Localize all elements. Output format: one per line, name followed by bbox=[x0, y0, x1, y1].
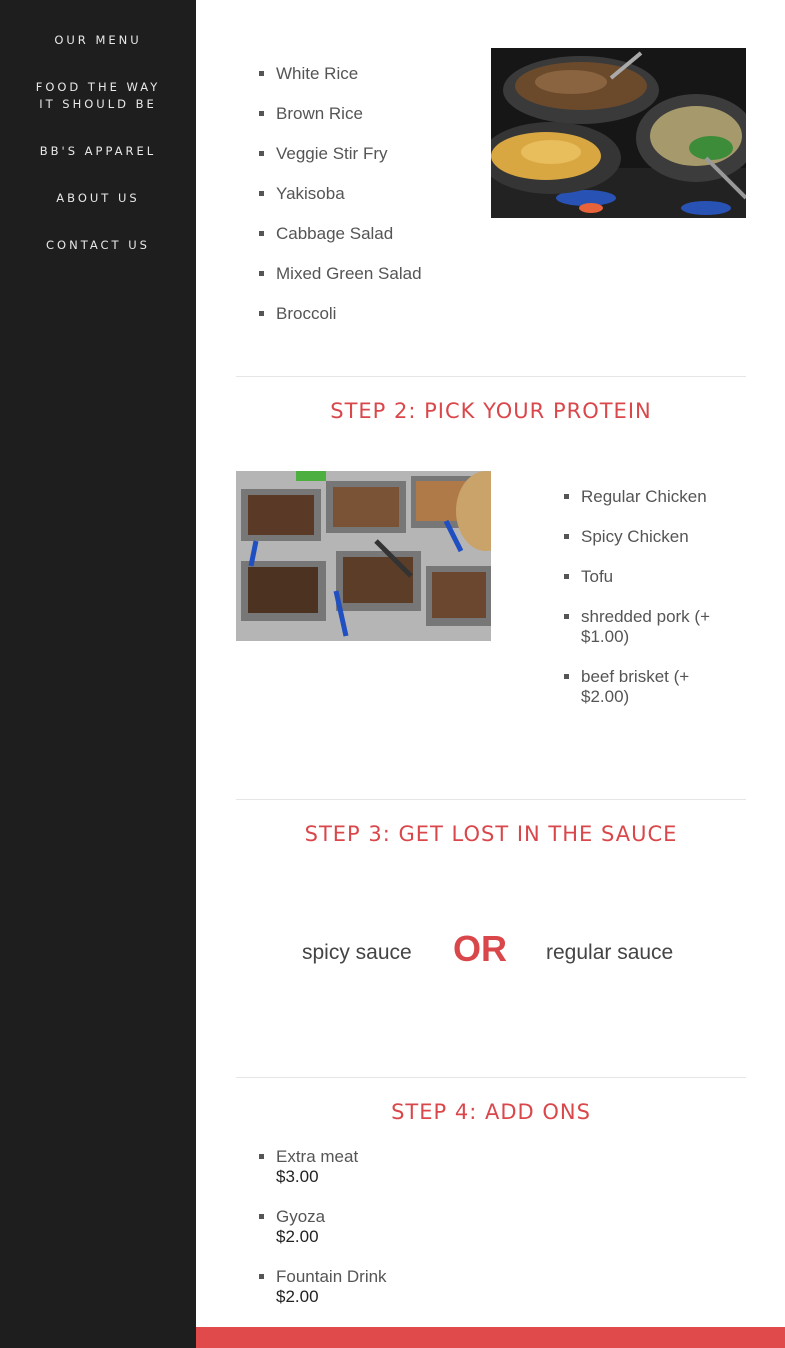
list-item: Extra meat $3.00 bbox=[276, 1147, 387, 1187]
step4-heading: STEP 4: ADD ONS bbox=[391, 1100, 591, 1124]
nav-label: FOOD THE WAY bbox=[35, 80, 161, 94]
section-divider bbox=[236, 799, 746, 800]
main-content: White Rice Brown Rice Veggie Stir Fry Ya… bbox=[196, 0, 785, 1348]
nav-food-the-way[interactable]: FOOD THE WAY IT SHOULD BE bbox=[0, 79, 196, 113]
step2-heading: STEP 2: PICK YOUR PROTEIN bbox=[330, 399, 652, 423]
addon-name: Gyoza bbox=[276, 1207, 326, 1226]
list-item: Tofu bbox=[581, 567, 731, 587]
list-item: shredded pork (+ $1.00) bbox=[581, 607, 731, 647]
list-item: Mixed Green Salad bbox=[276, 264, 422, 284]
nav-our-menu[interactable]: OUR MENU bbox=[0, 32, 196, 49]
addon-price: $2.00 bbox=[276, 1287, 319, 1306]
regular-sauce-option: regular sauce bbox=[546, 941, 674, 964]
list-item: Regular Chicken bbox=[581, 487, 731, 507]
nav-label: ABOUT US bbox=[56, 191, 140, 205]
protein-trays-photo bbox=[236, 471, 491, 641]
list-item: Cabbage Salad bbox=[276, 224, 422, 244]
list-item: beef brisket (+ $2.00) bbox=[581, 667, 731, 707]
list-item: Broccoli bbox=[276, 304, 422, 324]
nav-contact-us[interactable]: CONTACT US bbox=[0, 237, 196, 254]
list-item: Gyoza $2.00 bbox=[276, 1207, 387, 1247]
list-item: Yakisoba bbox=[276, 184, 422, 204]
or-separator: OR bbox=[453, 928, 507, 969]
step3-heading: STEP 3: GET LOST IN THE SAUCE bbox=[304, 822, 678, 846]
nav-about-us[interactable]: ABOUT US bbox=[0, 190, 196, 207]
list-item: Fountain Drink $2.00 bbox=[276, 1267, 387, 1307]
footer-bar bbox=[196, 1327, 785, 1348]
addon-price: $2.00 bbox=[276, 1227, 319, 1246]
nav-label: IT SHOULD BE bbox=[39, 97, 157, 111]
list-item: Veggie Stir Fry bbox=[276, 144, 422, 164]
sidebar-nav: OUR MENU FOOD THE WAY IT SHOULD BE BB'S … bbox=[0, 0, 196, 1348]
nav-label: OUR MENU bbox=[54, 33, 142, 47]
protein-list: Regular Chicken Spicy Chicken Tofu shred… bbox=[561, 487, 731, 707]
section-divider bbox=[236, 376, 746, 377]
addon-name: Fountain Drink bbox=[276, 1267, 387, 1286]
list-item: White Rice bbox=[276, 64, 422, 84]
addons-list: Extra meat $3.00 Gyoza $2.00 Fountain Dr… bbox=[256, 1147, 387, 1307]
list-item: Brown Rice bbox=[276, 104, 422, 124]
nav-bbs-apparel[interactable]: BB'S APPAREL bbox=[0, 143, 196, 160]
spicy-sauce-option: spicy sauce bbox=[302, 941, 412, 964]
list-item: Spicy Chicken bbox=[581, 527, 731, 547]
addon-price: $3.00 bbox=[276, 1167, 319, 1186]
base-list: White Rice Brown Rice Veggie Stir Fry Ya… bbox=[256, 64, 422, 324]
section-divider bbox=[236, 1077, 746, 1078]
nav-label: CONTACT US bbox=[46, 238, 150, 252]
wok-cooking-photo bbox=[491, 48, 746, 218]
nav-label: BB'S APPAREL bbox=[39, 144, 157, 158]
addon-name: Extra meat bbox=[276, 1147, 359, 1166]
